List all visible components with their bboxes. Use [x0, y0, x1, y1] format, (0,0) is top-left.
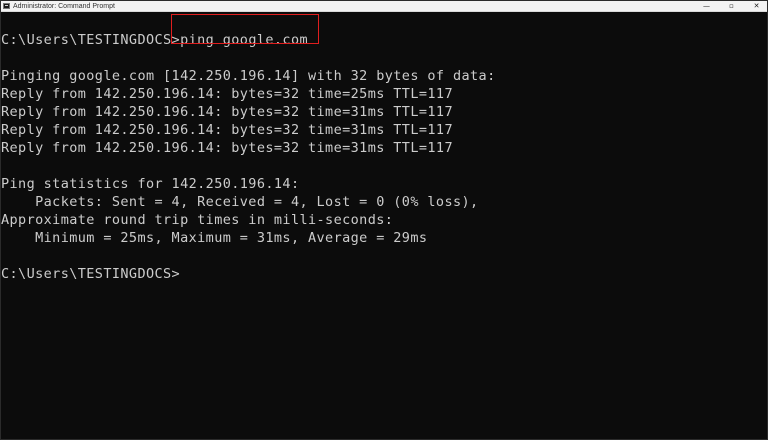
output-line: Packets: Sent = 4, Received = 4, Lost = … [1, 194, 479, 210]
window-title: Administrator: Command Prompt [13, 3, 115, 10]
command-prompt-window: Administrator: Command Prompt — ▫ ✕ C:\U… [0, 0, 768, 440]
command-prompt-icon[interactable] [3, 3, 10, 9]
output-line: Reply from 142.250.196.14: bytes=32 time… [1, 104, 453, 120]
terminal-output[interactable]: C:\Users\TESTINGDOCS>ping google.com Pin… [1, 12, 757, 439]
window-controls: — ▫ ✕ [694, 1, 767, 11]
output-line: Reply from 142.250.196.14: bytes=32 time… [1, 122, 453, 138]
output-line: Ping statistics for 142.250.196.14: [1, 176, 300, 192]
vertical-scrollbar[interactable] [756, 12, 767, 439]
output-line: Minimum = 25ms, Maximum = 31ms, Average … [1, 230, 428, 246]
command-text: ping google.com [180, 32, 309, 48]
close-button[interactable]: ✕ [744, 1, 767, 11]
maximize-button[interactable]: ▫ [719, 1, 744, 11]
title-bar[interactable]: Administrator: Command Prompt — ▫ ✕ [1, 1, 767, 12]
output-line: Pinging google.com [142.250.196.14] with… [1, 68, 496, 84]
output-line: Reply from 142.250.196.14: bytes=32 time… [1, 86, 453, 102]
output-line: Reply from 142.250.196.14: bytes=32 time… [1, 140, 453, 156]
command-line: C:\Users\TESTINGDOCS>ping google.com [1, 31, 308, 49]
output-line: Approximate round trip times in milli-se… [1, 212, 394, 228]
prompt: C:\Users\TESTINGDOCS> [1, 32, 181, 48]
prompt-line: C:\Users\TESTINGDOCS> [1, 266, 181, 282]
minimize-button[interactable]: — [694, 1, 719, 11]
